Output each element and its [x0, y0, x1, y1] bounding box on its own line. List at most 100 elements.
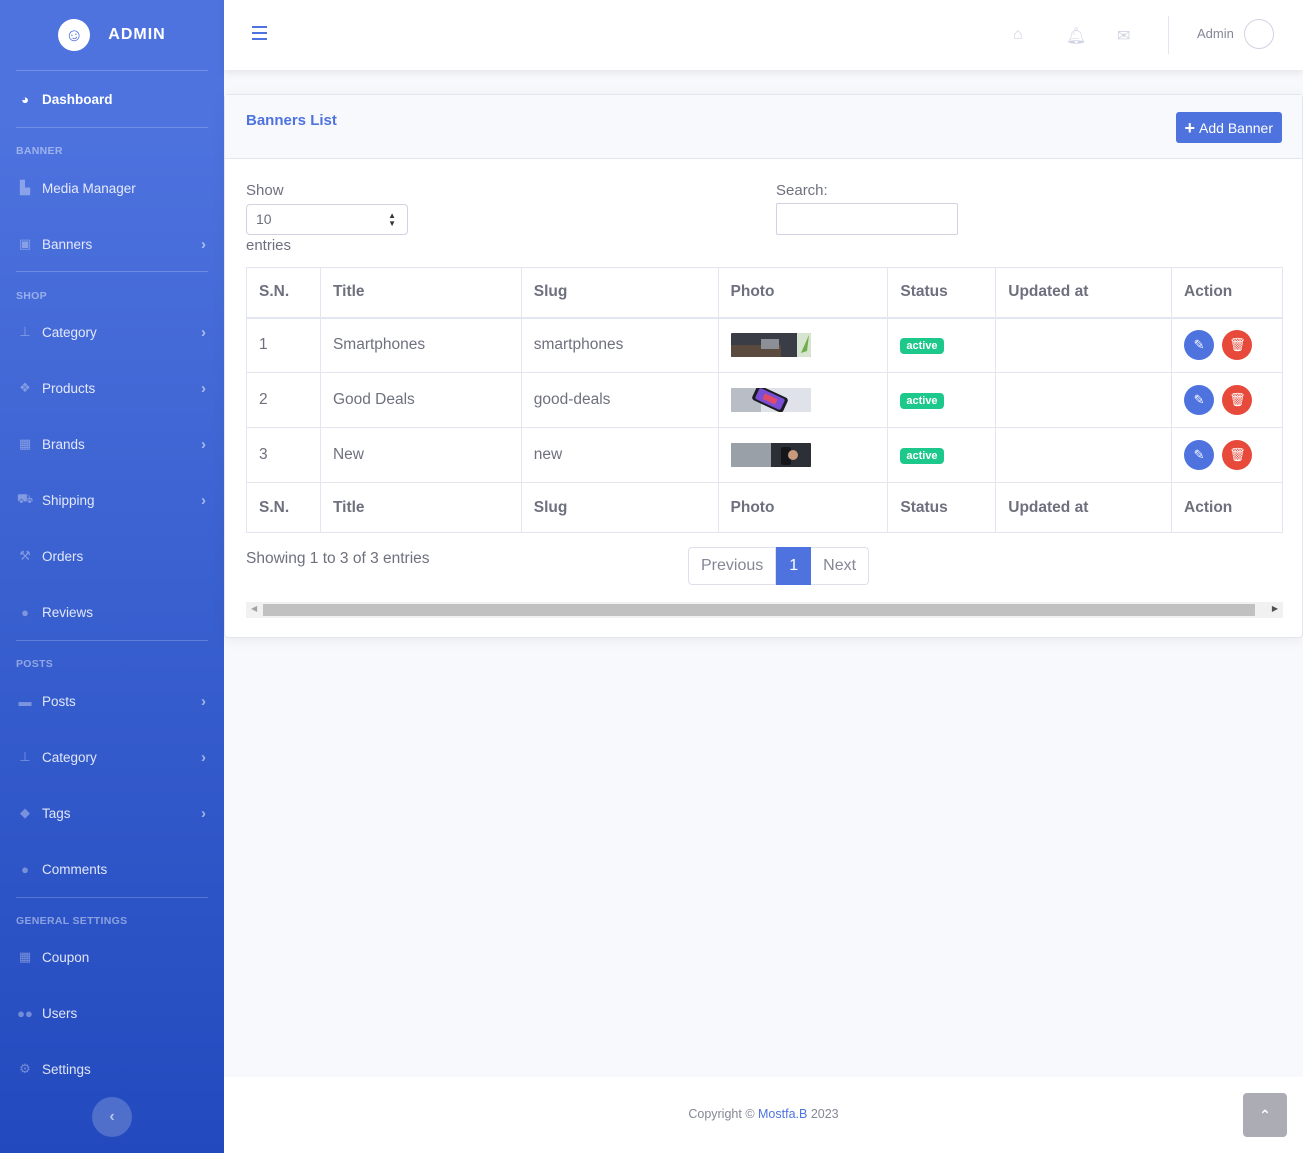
sidebar-item-label: Shipping [42, 492, 95, 508]
tachometer-icon: ◕ [21, 91, 29, 107]
sidebar-item-label: Category [42, 324, 97, 340]
page-title: Banners List [246, 112, 337, 129]
chevron-right-icon: › [201, 323, 206, 341]
sitemap-icon: ⊥ [19, 749, 31, 764]
sidebar-item-products[interactable]: ❖ Products › [0, 376, 224, 400]
sidebar-heading-general-settings: GENERAL SETTINGS [16, 915, 128, 927]
scrollbar-thumb[interactable] [263, 604, 1255, 616]
sidebar-item-tags[interactable]: ◆ Tags › [0, 801, 224, 825]
sidebar-item-coupon[interactable]: ▦ Coupon [0, 945, 224, 969]
sidebar-toggle-button[interactable]: ‹ [92, 1097, 132, 1137]
scroll-left-arrow-icon[interactable]: ◀ [251, 604, 257, 613]
edit-button[interactable]: ✎ [1184, 440, 1215, 470]
column-header[interactable]: Action [1171, 267, 1283, 319]
sitemap-icon: ⊥ [19, 324, 31, 339]
cell-status: active [887, 427, 997, 483]
trash-icon: 🗑︎ [1229, 392, 1246, 407]
sidebar-item-users[interactable]: ●● Users [0, 1001, 224, 1025]
edit-icon: ✎ [1193, 447, 1205, 462]
delete-button[interactable]: 🗑︎ [1222, 385, 1253, 415]
menu-toggle-icon[interactable] [252, 26, 267, 40]
sidebar-item-comments[interactable]: ● Comments [0, 857, 224, 881]
folder-icon: ▬ [18, 693, 32, 709]
sidebar-item-shipping[interactable]: ⛟ Shipping › [0, 488, 224, 512]
cell-slug: good-deals [520, 372, 719, 428]
banners-card: Banners List + Add Banner Show 10 ▲ ▼ ent… [224, 94, 1303, 638]
envelope-icon[interactable]: ✉ [1117, 26, 1130, 46]
table-footer-row: S.N. Title Slug Photo Status Updated at … [246, 482, 1283, 533]
entries-select[interactable]: 10 ▲ ▼ [246, 204, 408, 235]
column-footer: Updated at [995, 482, 1173, 533]
column-header[interactable]: S.N. [246, 267, 321, 319]
edit-button[interactable]: ✎ [1184, 330, 1215, 361]
sidebar-item-label: Banners [42, 236, 93, 252]
edit-button[interactable]: ✎ [1184, 385, 1215, 415]
column-header[interactable]: Updated at [995, 267, 1173, 319]
chevron-right-icon: › [201, 235, 206, 253]
column-header[interactable]: Photo [717, 267, 889, 319]
trash-icon: 🗑︎ [1229, 447, 1246, 462]
sidebar-item-label: Settings [42, 1061, 91, 1077]
cell-title: Smartphones [319, 317, 522, 373]
brand-text: ADMIN [108, 26, 166, 43]
cell-updated [995, 427, 1173, 483]
delete-button[interactable]: 🗑︎ [1222, 330, 1253, 361]
pagination: Previous 1 Next [688, 547, 870, 585]
add-banner-button[interactable]: + Add Banner [1175, 112, 1282, 143]
sidebar-item-orders[interactable]: ⚒ Orders [0, 544, 224, 568]
pagination-next-button[interactable]: Next [811, 547, 870, 585]
scroll-to-top-button[interactable]: ⌃ [1243, 1093, 1287, 1137]
table-icon: ▦ [18, 949, 32, 964]
bell-icon[interactable]: 🔔︎ [1066, 26, 1086, 46]
avatar[interactable] [1244, 19, 1274, 49]
sidebar-item-banners[interactable]: ▣ Banners › [0, 232, 224, 256]
sidebar-heading-shop: SHOP [16, 290, 47, 302]
author-link[interactable]: Mostfa.B [758, 1107, 807, 1121]
column-header[interactable]: Title [319, 267, 522, 319]
chevron-right-icon: › [201, 435, 206, 453]
sidebar-item-brands[interactable]: ▦ Brands › [0, 432, 224, 456]
sidebar: ☺ ADMIN ◕ Dashboard BANNER ▙ Media Manag… [0, 0, 224, 1153]
show-label: Show [246, 182, 284, 199]
chevron-left-icon: ‹ [109, 1108, 115, 1125]
status-badge: active [900, 393, 944, 409]
horizontal-scrollbar[interactable]: ◀ ▶ [246, 602, 1283, 618]
sidebar-item-dashboard[interactable]: ◕ Dashboard [0, 87, 224, 111]
sidebar-item-posts[interactable]: ▬ Posts › [0, 689, 224, 713]
sidebar-item-reviews[interactable]: ● Reviews [0, 600, 224, 624]
cubes-icon: ❖ [19, 380, 31, 395]
edit-icon: ✎ [1193, 392, 1205, 407]
search-label: Search: [776, 182, 828, 199]
column-header[interactable]: Slug [520, 267, 719, 319]
delete-button[interactable]: 🗑︎ [1222, 440, 1253, 470]
cell-status: active [887, 317, 997, 373]
home-icon[interactable]: ⌂ [1013, 26, 1023, 44]
topbar: ⌂ 🔔︎ ✉ Admin [224, 0, 1303, 70]
entries-label: entries [246, 237, 292, 254]
table-row: 3 New new active ✎ 🗑︎ [246, 427, 1283, 483]
topbar-divider [1168, 16, 1169, 54]
search-input[interactable] [776, 203, 958, 235]
table-header-row: S.N. Title Slug Photo Status Updated at … [246, 267, 1283, 319]
users-icon: ●● [17, 1005, 33, 1021]
column-header[interactable]: Status [887, 267, 997, 319]
sidebar-item-post-category[interactable]: ⊥ Category › [0, 745, 224, 769]
cell-sn: 3 [246, 427, 321, 483]
sidebar-heading-posts: POSTS [16, 658, 54, 670]
table-icon: ▦ [18, 436, 32, 451]
column-footer: Title [319, 482, 522, 533]
column-footer: Status [887, 482, 997, 533]
sidebar-item-media-manager[interactable]: ▙ Media Manager [0, 176, 224, 200]
sidebar-item-category[interactable]: ⊥ Category › [0, 320, 224, 344]
sidebar-item-settings[interactable]: ⚙ Settings [0, 1057, 224, 1081]
entries-select-value: 10 [256, 211, 272, 227]
scroll-right-arrow-icon[interactable]: ▶ [1272, 604, 1278, 613]
sidebar-item-label: Orders [42, 548, 84, 564]
pagination-page-button[interactable]: 1 [776, 547, 812, 585]
user-name[interactable]: Admin [1197, 26, 1234, 41]
pagination-previous-button[interactable]: Previous [688, 547, 777, 585]
sidebar-brand[interactable]: ☺ ADMIN [0, 0, 224, 70]
cell-status: active [887, 372, 997, 428]
cell-sn: 1 [246, 317, 321, 373]
cog-icon: ⚙ [19, 1061, 31, 1076]
